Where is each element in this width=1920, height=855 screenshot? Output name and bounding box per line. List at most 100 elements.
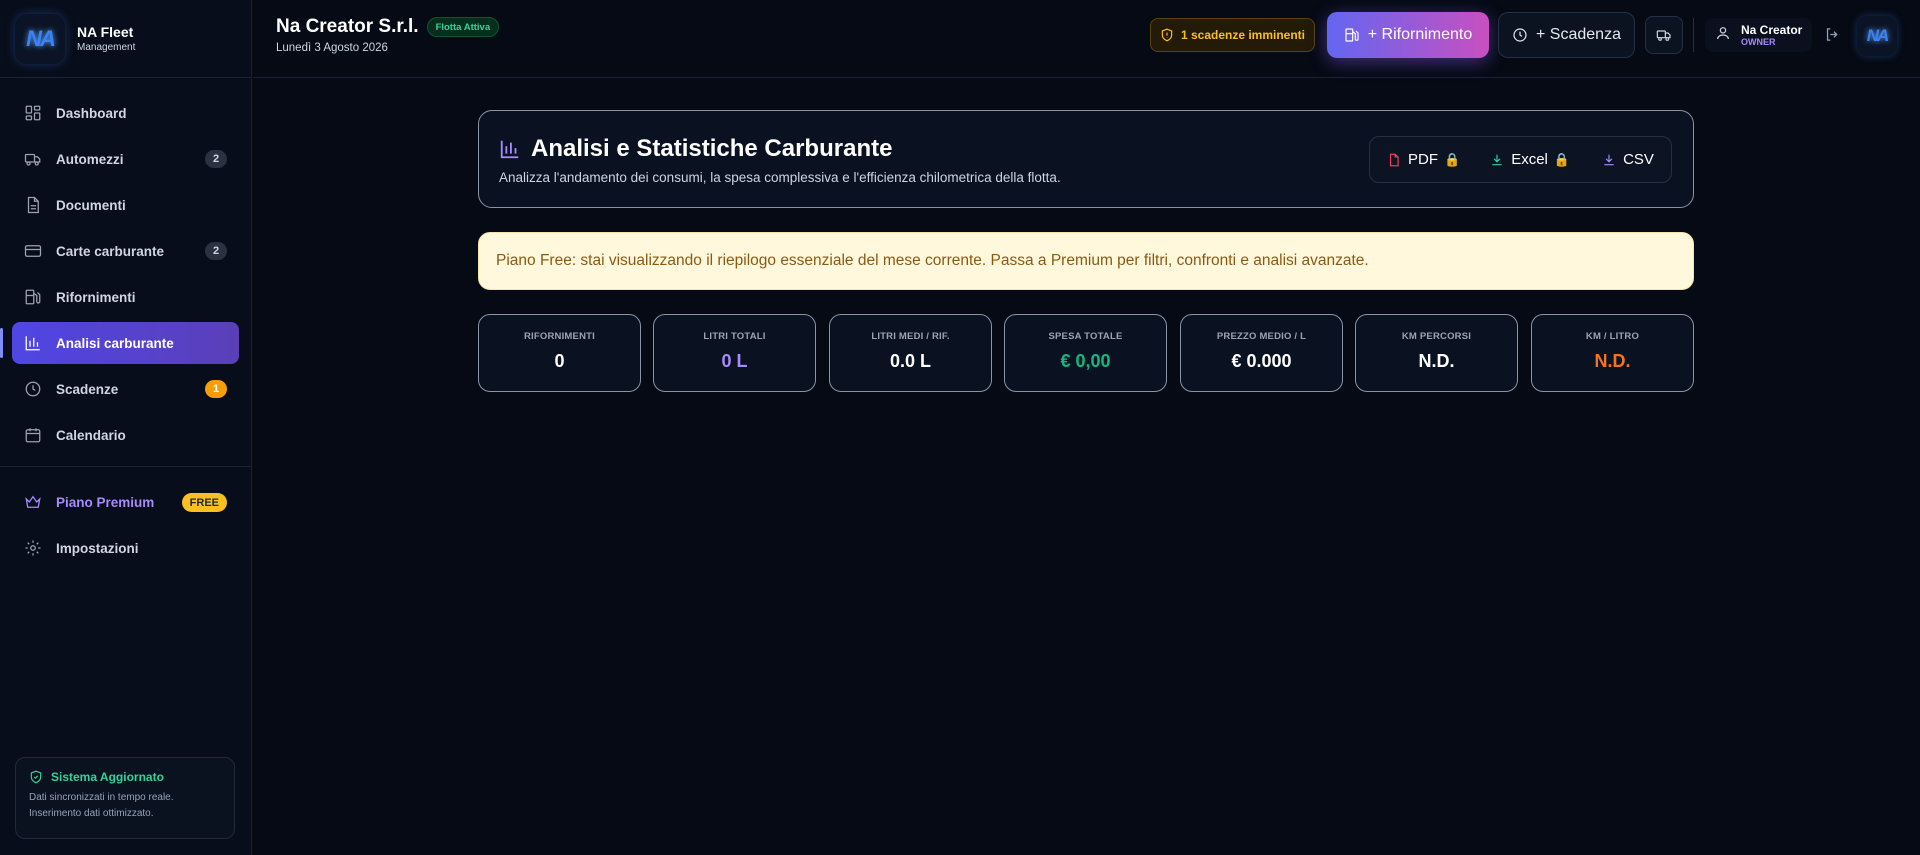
sidebar-item-calendario[interactable]: Calendario <box>12 414 239 456</box>
stat-value: 0 <box>554 351 565 371</box>
stat-card-rifornimenti: RIFORNIMENTI 0 <box>478 314 641 392</box>
stat-value: € 0,00 <box>1060 351 1111 371</box>
company-name: Na Creator S.r.l. <box>276 16 419 37</box>
brand[interactable]: NA NA Fleet Management <box>0 0 251 78</box>
sidebar-nav: Dashboard Automezzi 2 Documenti Carte ca… <box>0 78 251 569</box>
lock-icon: 🔒 <box>1444 151 1461 167</box>
deadline-alert-button[interactable]: 1 scadenze imminenti <box>1150 18 1315 52</box>
fuel-pump-icon <box>24 288 42 306</box>
page-subtitle: Analizza l'andamento dei consumi, la spe… <box>499 170 1061 185</box>
stat-card-km-litro: KM / LITRO N.D. <box>1531 314 1694 392</box>
add-deadline-button[interactable]: + Scadenza <box>1498 12 1635 58</box>
add-deadline-label: + Scadenza <box>1536 26 1621 43</box>
truck-icon <box>1656 30 1671 41</box>
page-header-card: Analisi e Statistiche Carburante Analizz… <box>478 110 1694 208</box>
stats-row: RIFORNIMENTI 0 LITRI TOTALI 0 L LITRI ME… <box>478 314 1694 392</box>
divider <box>1693 18 1694 52</box>
stat-label: LITRI MEDI / RIF. <box>871 331 950 342</box>
current-date: Lunedì 3 Agosto 2026 <box>276 42 388 54</box>
system-status-line: Dati sincronizzati in tempo reale. <box>29 792 174 803</box>
clock-icon <box>1513 28 1527 42</box>
system-status-card: Sistema Aggiornato Dati sincronizzati in… <box>15 757 235 839</box>
gear-icon <box>24 539 42 557</box>
sidebar-item-dashboard[interactable]: Dashboard <box>12 92 239 134</box>
vehicles-button[interactable] <box>1645 16 1683 54</box>
stat-card-km-percorsi: KM PERCORSI N.D. <box>1355 314 1518 392</box>
stat-value: N.D. <box>1418 351 1455 371</box>
count-badge: 1 <box>205 380 227 398</box>
plan-badge: FREE <box>181 493 227 512</box>
export-excel-button[interactable]: Excel 🔒 <box>1490 151 1570 168</box>
divider <box>0 466 251 467</box>
sidebar-item-label: Piano Premium <box>56 494 155 510</box>
sidebar-item-label: Documenti <box>56 197 126 213</box>
lock-icon: 🔒 <box>1553 151 1571 167</box>
stat-card-spesa-totale: SPESA TOTALE € 0,00 <box>1004 314 1167 392</box>
sidebar-item-label: Automezzi <box>56 151 124 167</box>
deadline-alert-label: 1 scadenze imminenti <box>1180 28 1306 42</box>
crown-icon <box>24 493 42 511</box>
stat-value: € 0.000 <box>1231 351 1292 371</box>
stat-label: KM / LITRO <box>1585 331 1640 342</box>
export-pdf-label: PDF <box>1408 151 1438 168</box>
stat-label: RIFORNIMENTI <box>523 331 595 342</box>
user-menu[interactable]: Na Creator OWNER <box>1705 18 1813 52</box>
topbar: Na Creator S.r.l. Flotta Attiva Lunedì 3… <box>253 0 1920 78</box>
stat-value: 0 L <box>721 351 748 371</box>
credit-card-icon <box>24 242 42 260</box>
page-title: Analisi e Statistiche Carburante <box>531 135 893 162</box>
user-icon <box>1715 25 1731 46</box>
download-icon <box>1604 154 1614 165</box>
count-badge: 2 <box>205 242 227 260</box>
sidebar-item-automezzi[interactable]: Automezzi 2 <box>12 138 239 180</box>
stat-label: SPESA TOTALE <box>1048 331 1123 342</box>
company-info: Na Creator S.r.l. Flotta Attiva Lunedì 3… <box>276 16 500 54</box>
free-plan-banner: Piano Free: stai visualizzando il riepil… <box>478 232 1694 290</box>
count-badge: 2 <box>205 150 227 168</box>
export-excel-label: Excel <box>1511 151 1548 168</box>
shield-alert-icon <box>1161 28 1173 42</box>
logout-icon <box>1826 28 1838 41</box>
sidebar-item-rifornimenti[interactable]: Rifornimenti <box>12 276 239 318</box>
sidebar-item-label: Impostazioni <box>56 540 139 556</box>
pdf-file-icon <box>1389 153 1399 166</box>
clock-icon <box>24 380 42 398</box>
sidebar-item-impostazioni[interactable]: Impostazioni <box>12 527 239 569</box>
user-role: OWNER <box>1741 37 1776 47</box>
avatar-text: NA <box>1866 26 1890 45</box>
sidebar-item-documenti[interactable]: Documenti <box>12 184 239 226</box>
brand-name: NA Fleet <box>77 24 134 40</box>
sidebar-item-label: Carte carburante <box>56 243 165 259</box>
avatar[interactable]: NA <box>1857 16 1897 56</box>
add-refuel-button[interactable]: + Rifornimento <box>1327 12 1489 58</box>
export-csv-label: CSV <box>1623 151 1654 168</box>
logout-button[interactable] <box>1824 26 1841 48</box>
stat-card-litri-medi: LITRI MEDI / RIF. 0.0 L <box>829 314 992 392</box>
brand-subtitle: Management <box>77 42 136 53</box>
calendar-icon <box>24 426 42 444</box>
export-toolbar: PDF 🔒 Excel 🔒 CSV <box>1369 136 1672 183</box>
brand-logo: NA <box>15 13 65 64</box>
export-pdf-button[interactable]: PDF 🔒 <box>1387 151 1460 168</box>
stat-value: 0.0 L <box>889 351 932 371</box>
stat-label: PREZZO MEDIO / L <box>1216 331 1307 342</box>
stat-card-prezzo-medio: PREZZO MEDIO / L € 0.000 <box>1180 314 1343 392</box>
sidebar-item-analisi-carburante[interactable]: Analisi carburante <box>0 322 239 364</box>
document-icon <box>24 196 42 214</box>
export-csv-button[interactable]: CSV <box>1602 151 1654 168</box>
stat-card-litri-totali: LITRI TOTALI 0 L <box>653 314 816 392</box>
sidebar-item-scadenze[interactable]: Scadenze 1 <box>12 368 239 410</box>
grid-icon <box>24 104 42 122</box>
sidebar-item-label: Dashboard <box>56 105 127 121</box>
sidebar-item-carte-carburante[interactable]: Carte carburante 2 <box>12 230 239 272</box>
sidebar-item-label: Calendario <box>56 427 126 443</box>
sidebar-item-piano-premium[interactable]: Piano Premium FREE <box>12 481 239 523</box>
sidebar-item-label: Analisi carburante <box>56 335 174 351</box>
system-status-line: Inserimento dati ottimizzato. <box>29 807 154 819</box>
bar-chart-icon <box>500 140 519 159</box>
download-icon <box>1492 154 1502 165</box>
stat-label: KM PERCORSI <box>1401 331 1472 342</box>
sidebar-item-label: Scadenze <box>56 381 119 397</box>
truck-icon <box>24 150 42 168</box>
stat-value: N.D. <box>1594 351 1631 371</box>
